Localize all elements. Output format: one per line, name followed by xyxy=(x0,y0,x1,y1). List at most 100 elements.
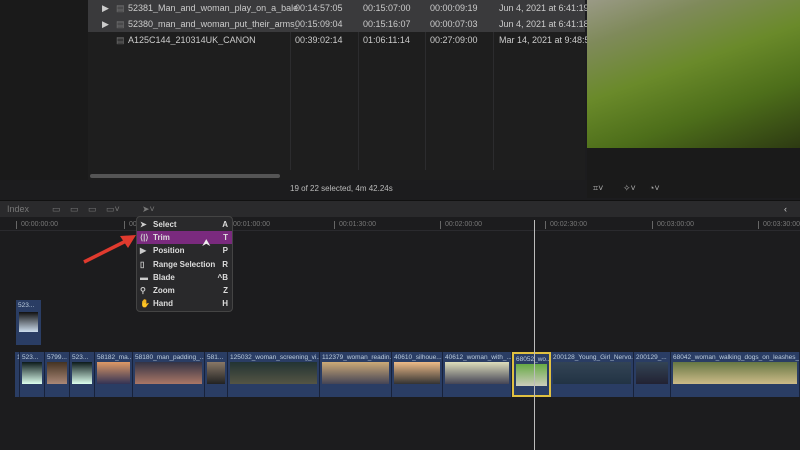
end-time: 00:15:16:07 xyxy=(363,19,411,29)
horizontal-scrollbar[interactable] xyxy=(90,174,280,178)
menu-item-position[interactable]: ▶ Position P xyxy=(137,244,232,257)
timeline-clip[interactable]: 125032_woman_screening_vi... xyxy=(228,352,320,397)
ruler-tick-label: 00:01:30:00 xyxy=(334,221,376,229)
menu-item-label: Blade xyxy=(153,272,175,282)
timeline-ruler[interactable]: 00:00:00:0000:00:30:0000:01:00:0000:01:3… xyxy=(0,217,800,231)
speed-icon[interactable]: ◔˅ xyxy=(649,183,660,193)
clip-label: 523... xyxy=(18,302,35,309)
clip-label: 1 xyxy=(15,352,19,363)
clip-appearance-icon[interactable]: ▭ xyxy=(52,204,61,215)
hand-icon: ✋ xyxy=(140,299,150,309)
date: Jun 4, 2021 at 6:41:19 xyxy=(499,3,589,13)
ruler-tick-label: 00:02:30:00 xyxy=(545,221,587,229)
ruler-tick-label: 00:03:30:00 xyxy=(758,221,800,229)
mouse-cursor-icon: ⮝ xyxy=(202,238,211,249)
timeline-clip[interactable]: 58180_man_padding_... xyxy=(133,352,205,397)
playhead[interactable] xyxy=(534,220,535,450)
timeline-clip[interactable]: 112379_woman_readin... xyxy=(320,352,392,397)
browser-list: ▶ ▤ 52381_Man_and_woman_play_on_a_bale_o..… xyxy=(88,0,590,180)
date: Mar 14, 2021 at 9:48:5 xyxy=(499,35,590,45)
timeline-clip[interactable]: 68042_woman_walking_dogs_on_leashes_on..… xyxy=(671,352,800,397)
start-time: 00:15:09:04 xyxy=(295,19,343,29)
arrow-icon: ➤ xyxy=(140,220,147,230)
enhance-icon[interactable]: ✧˅ xyxy=(623,183,636,194)
range-icon: ▯ xyxy=(140,259,145,269)
shortcut-key: H xyxy=(222,299,228,309)
insert-icon[interactable]: ▭ xyxy=(88,204,97,215)
clip-thumbnail xyxy=(207,362,225,384)
duration: 00:00:09:19 xyxy=(430,3,478,13)
shortcut-key: Z xyxy=(223,286,228,296)
timeline-clip[interactable]: 68052_wo... xyxy=(512,352,551,397)
clip-name: 52381_Man_and_woman_play_on_a_bale_o... xyxy=(128,3,298,13)
menu-item-hand[interactable]: ✋ Hand H xyxy=(137,297,232,310)
film-icon: ▤ xyxy=(116,18,125,29)
timeline-clip[interactable]: 58182_ma... xyxy=(95,352,133,397)
browser-row[interactable]: ▤ A125C144_210314UK_CANON 00:39:02:14 01:06… xyxy=(88,32,590,48)
start-time: 00:14:57:05 xyxy=(295,3,343,13)
clip-thumbnail xyxy=(516,364,547,386)
ruler-tick-label: 00:01:00:00 xyxy=(228,221,270,229)
timeline-clip[interactable]: 5799... xyxy=(45,352,70,397)
timeline-clip[interactable]: 40610_silhoue... xyxy=(392,352,443,397)
connected-clip[interactable]: 523... xyxy=(16,300,41,345)
clip-thumbnail xyxy=(322,362,389,384)
timeline-toolbar: Index ▭ ▭ ▭ ▭˅ ➤˅ ‹ xyxy=(0,200,800,217)
date: Jun 4, 2021 at 6:41:18 xyxy=(499,19,589,29)
film-icon: ▤ xyxy=(116,2,125,13)
timeline-clip[interactable]: 200129_... xyxy=(634,352,671,397)
menu-item-label: Position xyxy=(153,246,185,256)
timeline-clip[interactable]: 523... xyxy=(70,352,95,397)
tool-menu: ➤ Select A ⟨|⟩ Trim T ▶ Position P ▯ Range Selecti… xyxy=(136,216,233,312)
connect-icon[interactable]: ▭ xyxy=(70,204,79,215)
duration: 00:27:09:00 xyxy=(430,35,478,45)
menu-item-blade[interactable]: ▬ Blade ^B xyxy=(137,271,232,284)
viewer-toolbar: ⌗˅ ✧˅ ◔˅ xyxy=(587,148,800,198)
ruler-tick-label: 00:00:00:00 xyxy=(16,221,58,229)
chevron-left-icon[interactable]: ‹ xyxy=(784,204,787,214)
tool-select-icon[interactable]: ➤˅ xyxy=(142,204,155,215)
clip-name: A125C144_210314UK_CANON xyxy=(128,35,256,45)
duration: 00:00:07:03 xyxy=(430,19,478,29)
menu-item-label: Hand xyxy=(153,299,173,309)
index-button[interactable]: Index xyxy=(7,204,29,214)
shortcut-key: ^B xyxy=(217,272,228,282)
overwrite-icon[interactable]: ▭˅ xyxy=(106,204,120,215)
viewer-image xyxy=(587,0,800,148)
browser-row[interactable]: ▶ ▤ 52380_man_and_woman_put_their_arms_a..… xyxy=(88,16,589,32)
film-icon: ▤ xyxy=(116,34,125,45)
browser-row[interactable]: ▶ ▤ 52381_Man_and_woman_play_on_a_bale_o..… xyxy=(88,0,589,16)
shortcut-key: T xyxy=(223,233,228,243)
menu-item-zoom[interactable]: ⚲ Zoom Z xyxy=(137,284,232,297)
crop-icon[interactable]: ⌗˅ xyxy=(593,183,603,194)
menu-item-trim[interactable]: ⟨|⟩ Trim T xyxy=(137,231,232,245)
clip-thumbnail xyxy=(19,312,38,332)
clip-thumbnail xyxy=(135,362,202,384)
sidebar xyxy=(0,0,88,180)
clip-thumbnail xyxy=(22,362,42,384)
timeline-clip[interactable]: 40612_woman_with_... xyxy=(443,352,512,397)
menu-item-label: Select xyxy=(153,220,177,230)
menu-item-range-selection[interactable]: ▯ Range Selection R xyxy=(137,258,232,271)
menu-item-label: Trim xyxy=(153,233,170,243)
menu-item-select[interactable]: ➤ Select A xyxy=(137,218,232,231)
clip-thumbnail xyxy=(47,362,67,384)
clip-thumbnail xyxy=(553,362,631,384)
position-icon: ▶ xyxy=(140,246,147,256)
clip-name: 52380_man_and_woman_put_their_arms_a... xyxy=(128,19,298,29)
shortcut-key: A xyxy=(222,220,228,230)
menu-item-label: Range Selection xyxy=(153,259,216,269)
selection-status: 19 of 22 selected, 4m 42.24s xyxy=(290,184,393,193)
end-time: 00:15:07:00 xyxy=(363,3,411,13)
timeline-clip[interactable]: 523... xyxy=(20,352,45,397)
start-time: 00:39:02:14 xyxy=(295,35,343,45)
trim-icon: ⟨|⟩ xyxy=(140,233,149,243)
timeline-clip[interactable]: 581... xyxy=(205,352,228,397)
blade-icon: ▬ xyxy=(140,272,148,282)
clip-thumbnail xyxy=(72,362,92,384)
magnifier-icon: ⚲ xyxy=(140,286,146,296)
clip-thumbnail xyxy=(673,362,797,384)
timeline-clip[interactable]: 200128_Young_Girl_Nervo... xyxy=(551,352,634,397)
clip-thumbnail xyxy=(636,362,668,384)
ruler-tick-label: 00:02:00:00 xyxy=(440,221,482,229)
